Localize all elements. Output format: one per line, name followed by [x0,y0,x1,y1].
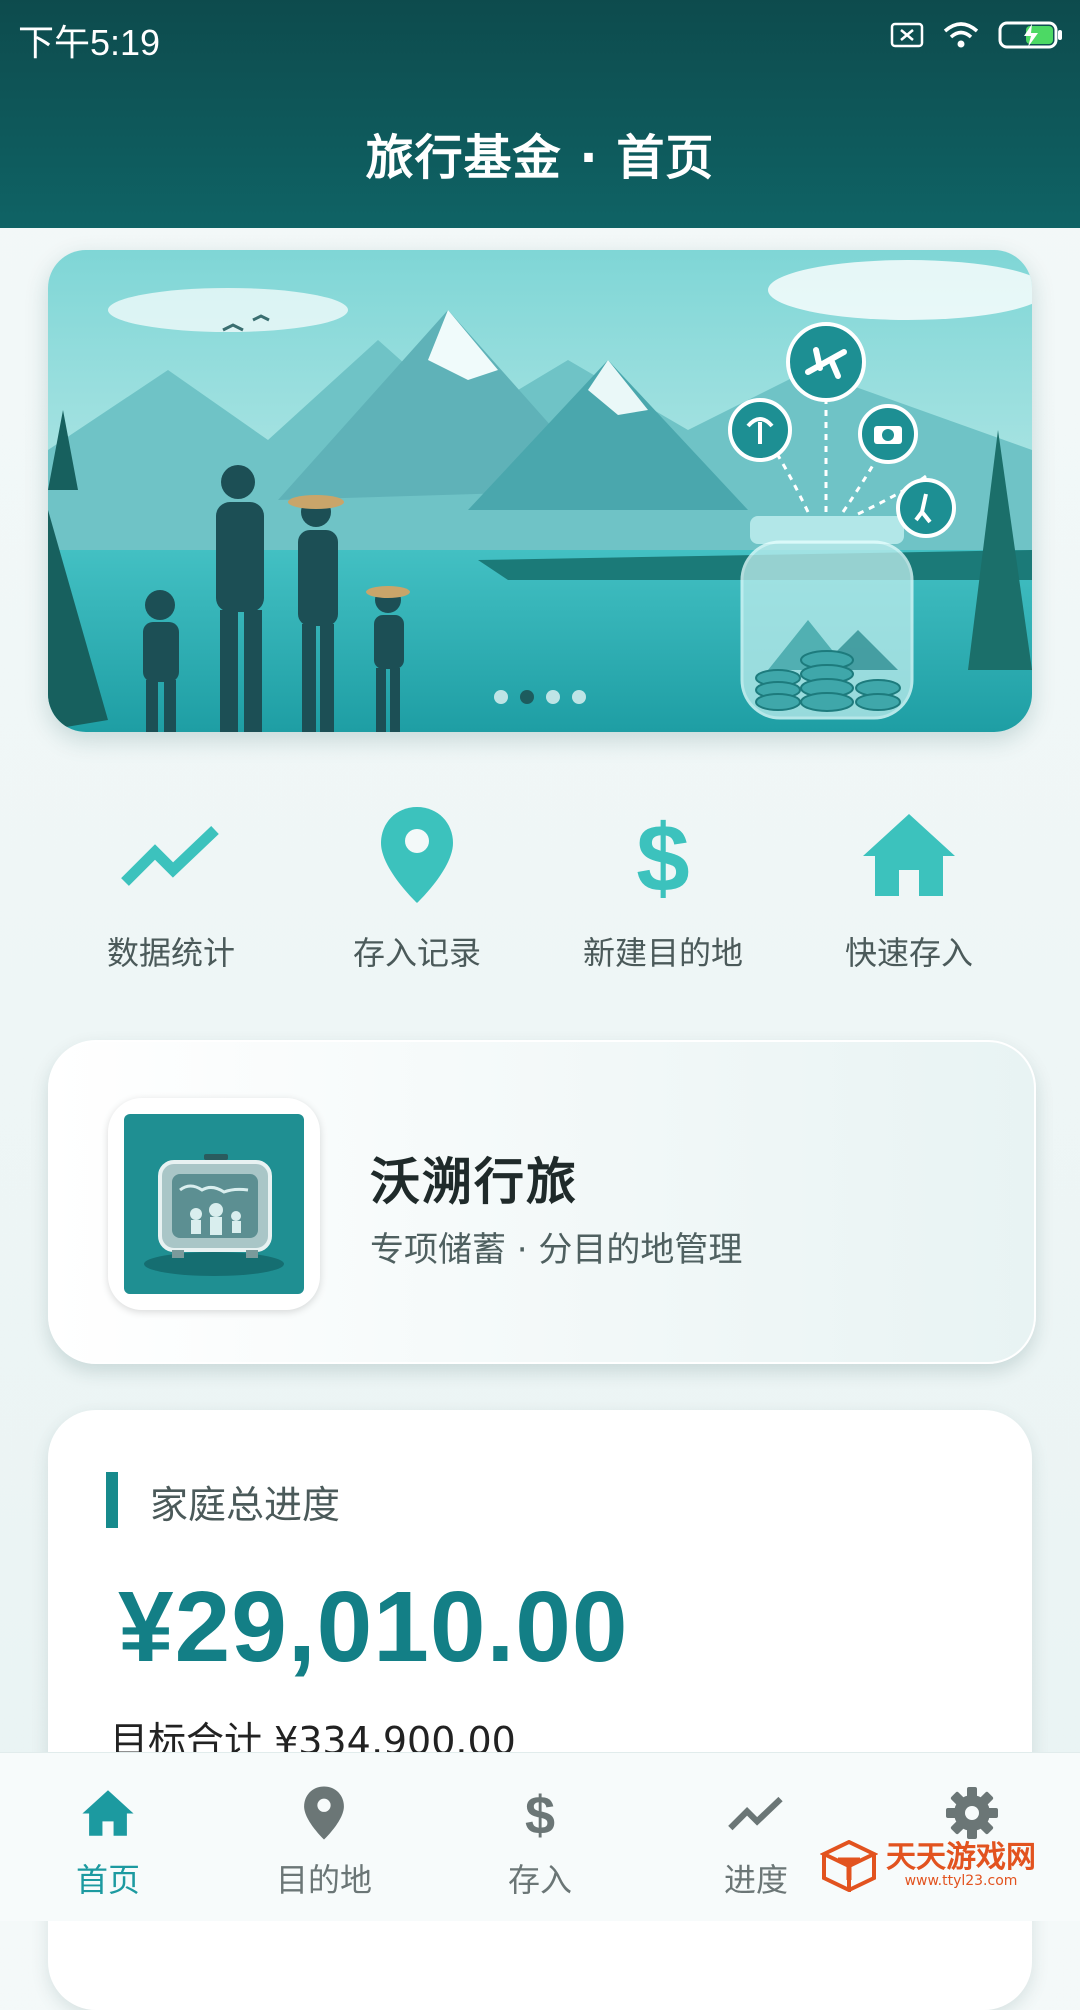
nav-deposit[interactable]: $ 存入 [432,1753,648,1921]
total-saved-amount: ¥29,010.00 [118,1571,629,1683]
svg-text:$: $ [525,1785,555,1842]
brand-subtitle: 专项储蓄 · 分目的地管理 [370,1230,743,1270]
action-statistics-label: 数据统计 [106,934,235,972]
status-time: 下午5:19 [18,22,161,63]
banner-dot-active[interactable] [520,690,534,704]
action-quick-deposit-label: 快速存入 [844,934,973,972]
brand-card[interactable]: 沃溯行旅 专项储蓄 · 分目的地管理 [48,1040,1036,1364]
nav-progress[interactable]: 进度 [648,1753,864,1921]
dollar-icon: $ [636,805,689,905]
banner-pagination [48,690,1032,704]
nav-progress-label: 进度 [723,1861,788,1899]
section-accent-bar [106,1472,118,1528]
brand-name: 沃溯行旅 [370,1153,578,1211]
action-deposit-records[interactable]: 存入记录 [294,800,540,980]
home-icon [82,1790,134,1836]
home-icon [863,814,955,896]
trend-line-icon [728,1796,783,1831]
banner-dot[interactable] [494,690,508,704]
watermark-text: 天天游戏网 [886,1840,1036,1875]
svg-text:$: $ [636,805,689,905]
trend-line-icon [121,826,219,886]
nav-deposit-label: 存入 [507,1861,572,1899]
wifi-icon [943,22,979,48]
banner-illustration [48,250,1032,732]
promo-banner[interactable] [48,250,1032,732]
banner-dot[interactable] [546,690,560,704]
nav-home[interactable]: 首页 [0,1753,216,1921]
action-quick-deposit[interactable]: 快速存入 [786,800,1032,980]
gear-icon [946,1787,998,1839]
app-header: 下午5:19 旅行基金 · 首页 [0,0,1080,228]
section-title: 家庭总进度 [150,1483,341,1527]
bottom-nav: 首页 目的地 $ 存入 进度 [0,1752,1080,1921]
nav-destinations[interactable]: 目的地 [216,1753,432,1921]
dollar-icon: $ [525,1785,555,1842]
action-statistics[interactable]: 数据统计 [48,800,294,980]
site-watermark: 天天游戏网 www.ttyl23.com [820,1840,1036,1892]
watermark-logo-icon [820,1840,878,1892]
sim-x-icon [890,22,924,48]
nav-home-label: 首页 [75,1861,140,1899]
nav-settings[interactable] [864,1753,1080,1921]
quick-actions: 数据统计 存入记录 $ 新建目的地 快速存入 [48,800,1032,980]
action-new-destination[interactable]: $ 新建目的地 [540,800,786,980]
watermark-url: www.ttyl23.com [904,1873,1018,1889]
nav-destinations-label: 目的地 [275,1861,372,1899]
app-logo [108,1098,320,1310]
action-deposit-records-label: 存入记录 [352,934,481,972]
battery-charging-icon [998,21,1062,49]
action-new-destination-label: 新建目的地 [582,934,743,972]
safe-box-logo-icon [124,1114,304,1294]
banner-dot[interactable] [572,690,586,704]
location-pin-icon [381,807,453,903]
page-title: 旅行基金 · 首页 [365,130,715,186]
status-icons [890,20,1064,50]
location-pin-icon [304,1786,344,1840]
